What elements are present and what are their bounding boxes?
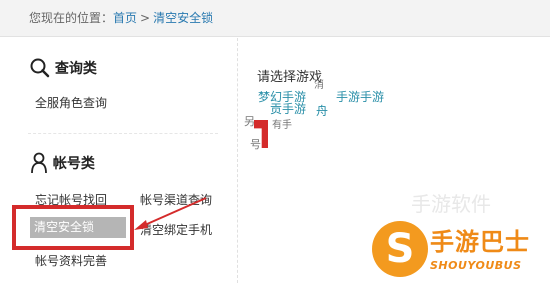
game-link-second[interactable]: 手游 xyxy=(360,88,384,105)
section-divider xyxy=(28,133,218,134)
breadcrumb: 您现在的位置：首页 > 清空安全锁 xyxy=(29,0,213,37)
search-icon xyxy=(30,58,50,78)
breadcrumb-separator: > xyxy=(140,11,151,25)
game-link-gong[interactable]: 贡手游 xyxy=(270,100,306,117)
game-link-fragment-2[interactable]: 舟 xyxy=(316,102,328,119)
breadcrumb-home-link[interactable]: 首页 xyxy=(113,11,137,25)
fragment-text: 消 xyxy=(314,80,324,91)
breadcrumb-current: 清空安全锁 xyxy=(153,11,214,25)
fragment-text-4: 号 xyxy=(250,138,261,151)
query-section-title: 查询类 xyxy=(30,58,97,78)
sidebar-link-forgot-account[interactable]: 忘记帐号找回 xyxy=(35,191,107,208)
game-link-fragment[interactable]: 手游 xyxy=(336,88,360,105)
breadcrumb-bar: 您现在的位置：首页 > 清空安全锁 xyxy=(0,0,550,37)
sidebar-link-all-server-role-query[interactable]: 全服角色查询 xyxy=(35,94,107,111)
select-game-prompt: 请选择游戏 xyxy=(257,70,323,85)
query-section-label: 查询类 xyxy=(54,61,97,77)
red-arrow-annotation xyxy=(134,197,207,230)
breadcrumb-label: 您现在的位置： xyxy=(29,11,114,25)
account-section-title: 帐号类 xyxy=(30,152,95,174)
fragment-text-2: 另 xyxy=(244,115,255,128)
brand-logo-icon: S xyxy=(385,226,415,272)
watermark-faint-text: 手游软件 xyxy=(411,192,491,216)
brand-logo-subtext: SHOUYOUBUS xyxy=(430,259,522,272)
fragment-text-3: 有手 xyxy=(272,120,292,131)
user-icon xyxy=(31,152,47,174)
sidebar-link-complete-account-info[interactable]: 帐号资料完善 xyxy=(35,252,107,269)
sidebar-link-clear-security-lock[interactable]: 清空安全锁 xyxy=(30,217,126,238)
account-section-label: 帐号类 xyxy=(52,156,95,172)
brand-logo-text: 手游巴士 xyxy=(430,228,530,256)
